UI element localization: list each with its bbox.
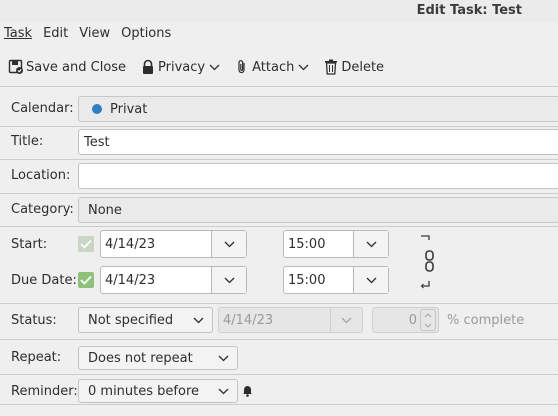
toolbar: Save and Close Privacy Attach Delete [0, 56, 390, 78]
menu-edit[interactable]: Edit [43, 24, 68, 44]
category-value: None [88, 202, 122, 218]
reminder-value: 0 minutes before [88, 383, 199, 399]
window-title: Edit Task: Test [416, 3, 522, 18]
start-date-field[interactable]: 4/14/23 [100, 230, 247, 258]
save-icon [8, 59, 24, 75]
bell-icon [242, 384, 253, 401]
link-icon[interactable] [418, 234, 436, 296]
repeat-label: Repeat: [11, 350, 62, 365]
chevron-down-icon [218, 388, 229, 395]
lock-icon [140, 59, 156, 75]
separator [0, 159, 558, 160]
percent-complete-spinner: 0 [372, 307, 439, 333]
percent-value: 0 [408, 312, 417, 328]
location-label: Location: [11, 168, 71, 183]
status-select[interactable]: Not specified [78, 307, 213, 333]
separator [0, 339, 558, 340]
reminder-select[interactable]: 0 minutes before [78, 379, 238, 403]
due-time-field[interactable]: 15:00 [283, 266, 389, 294]
category-label: Category: [11, 202, 74, 217]
start-label: Start: [11, 237, 48, 252]
title-input[interactable]: Test [78, 129, 558, 155]
chevron-down-icon [218, 355, 229, 362]
spinner-arrows-icon [420, 309, 436, 331]
separator [0, 126, 558, 127]
status-date-field: 4/14/23 [218, 307, 363, 333]
menu-options[interactable]: Options [121, 24, 171, 44]
due-time-value: 15:00 [288, 272, 326, 288]
due-date-checkbox[interactable] [78, 272, 94, 288]
reminder-label: Reminder: [11, 384, 78, 399]
calendar-value: Privat [110, 101, 148, 117]
menu-view[interactable]: View [79, 24, 110, 44]
repeat-value: Does not repeat [88, 350, 193, 366]
chevron-down-icon [193, 317, 204, 324]
chevron-down-icon[interactable] [353, 267, 388, 293]
start-date-value: 4/14/23 [105, 236, 156, 252]
due-date-label: Due Date: [11, 273, 77, 288]
calendar-label: Calendar: [11, 101, 74, 116]
status-value: Not specified [88, 312, 174, 328]
privacy-label: Privacy [158, 59, 206, 75]
separator [0, 374, 558, 375]
title-value: Test [84, 134, 110, 150]
start-checkbox[interactable] [78, 236, 94, 252]
separator [0, 226, 558, 227]
separator [0, 404, 558, 405]
location-input[interactable] [78, 163, 558, 189]
start-time-field[interactable]: 15:00 [283, 230, 389, 258]
chevron-down-icon[interactable] [211, 267, 246, 293]
delete-button[interactable]: Delete [323, 59, 384, 75]
due-date-value: 4/14/23 [105, 272, 156, 288]
calendar-select[interactable]: Privat [78, 96, 558, 122]
separator [0, 193, 558, 194]
menu-bar: Task Edit View Options [0, 24, 178, 44]
menu-task[interactable]: Task [4, 24, 32, 44]
chevron-down-icon [330, 308, 362, 332]
delete-label: Delete [341, 59, 385, 75]
title-label: Title: [11, 134, 44, 149]
attach-label: Attach [252, 59, 295, 75]
due-date-field[interactable]: 4/14/23 [100, 266, 247, 294]
attach-button[interactable]: Attach [234, 59, 309, 75]
repeat-select[interactable]: Does not repeat [78, 346, 238, 370]
chevron-down-icon [298, 64, 309, 71]
chevron-down-icon[interactable] [353, 231, 388, 257]
paperclip-icon [234, 59, 250, 75]
status-date-value: 4/14/23 [223, 312, 274, 328]
separator [0, 86, 558, 87]
save-and-close-label: Save and Close [26, 59, 127, 75]
save-and-close-button[interactable]: Save and Close [8, 59, 126, 75]
privacy-button[interactable]: Privacy [140, 59, 220, 75]
calendar-color-dot [92, 104, 102, 114]
chevron-down-icon[interactable] [211, 231, 246, 257]
percent-complete-label: % complete [447, 313, 525, 328]
chevron-down-icon [209, 64, 220, 71]
status-label: Status: [11, 313, 57, 328]
start-time-value: 15:00 [288, 236, 326, 252]
category-select[interactable]: None [78, 197, 558, 223]
trash-icon [323, 59, 339, 75]
separator [0, 303, 558, 304]
